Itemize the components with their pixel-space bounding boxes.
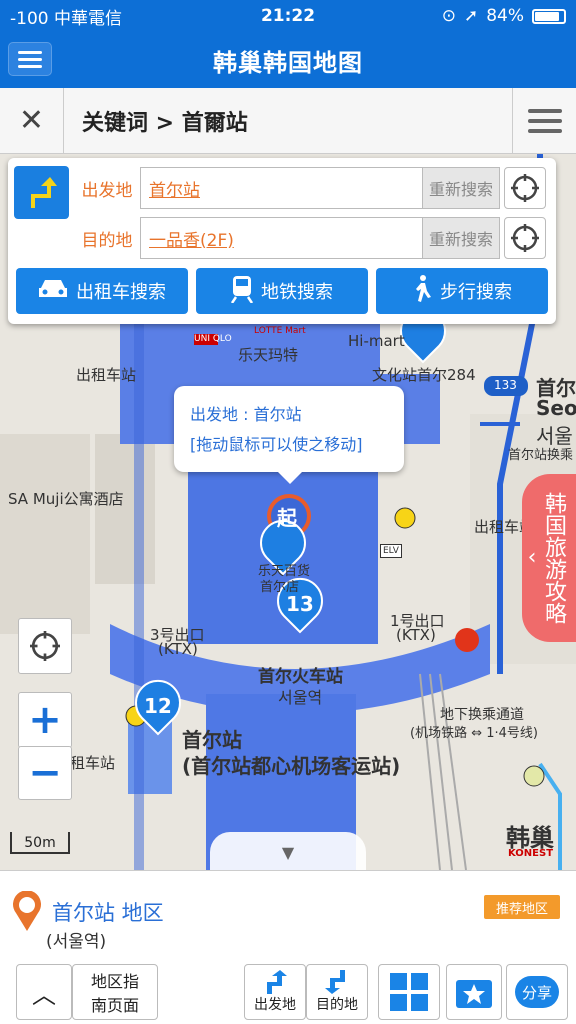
konest-logo-en: KONEST bbox=[508, 848, 554, 859]
start-marker[interactable]: 起 bbox=[277, 502, 297, 531]
set-start-label: 出发地 bbox=[254, 997, 296, 1013]
lotte-mart-logo: LOTTE Mart bbox=[254, 326, 306, 336]
travel-guide-tab[interactable]: ‹ 韩国旅游攻略 bbox=[522, 474, 576, 642]
search-bar: ✕ 关键词 > 首爾站 bbox=[0, 87, 576, 154]
tooltip-line-2: [拖动鼠标可以使之移动] bbox=[190, 435, 363, 454]
share-button[interactable]: 分享 bbox=[506, 964, 568, 1020]
status-bar: -100 中華電信 21:22 ⊙ ➚ 84% bbox=[0, 0, 576, 32]
to-research-button[interactable]: 重新搜索 bbox=[422, 217, 500, 259]
seoul-station-main-label: 首尔站 bbox=[182, 728, 242, 752]
list-view-button[interactable] bbox=[512, 87, 576, 154]
taxi-icon bbox=[38, 278, 68, 305]
dest-arrow-icon bbox=[325, 970, 345, 994]
from-row: 出发地 首尔站 重新搜索 bbox=[74, 166, 546, 210]
travel-guide-label: 韩国旅游攻略 bbox=[541, 492, 566, 624]
pin-13-marker[interactable]: 13 bbox=[286, 592, 314, 616]
crosshair-icon bbox=[30, 631, 60, 661]
from-research-button[interactable]: 重新搜索 bbox=[422, 167, 500, 209]
locate-me-button[interactable] bbox=[18, 618, 72, 674]
to-locate-icon[interactable] bbox=[504, 217, 546, 259]
set-dest-label: 目的地 bbox=[316, 997, 358, 1013]
start-tooltip: 出发地 : 首尔站 [拖动鼠标可以使之移动] bbox=[174, 386, 404, 484]
menu-button[interactable] bbox=[8, 42, 52, 76]
zoom-out-button[interactable]: − bbox=[18, 746, 72, 800]
from-input[interactable]: 首尔站 bbox=[140, 167, 422, 209]
search-breadcrumb: 关键词 > 首爾站 bbox=[82, 110, 248, 136]
transfer-passage-label: 地下换乘通道 bbox=[440, 707, 524, 723]
scale-bar: 50m bbox=[10, 832, 70, 854]
start-arrow-icon bbox=[267, 970, 287, 994]
himart-label: Hi-mart bbox=[348, 332, 405, 350]
recommended-area-badge[interactable]: 推荐地区 bbox=[484, 895, 560, 919]
close-icon[interactable]: ✕ bbox=[0, 87, 64, 154]
region-guide-label: 地区指南页面 bbox=[90, 972, 139, 1015]
zoom-in-button[interactable]: + bbox=[18, 692, 72, 748]
set-dest-button[interactable]: 目的地 bbox=[306, 964, 368, 1020]
title-bar: 韩巢韩国地图 bbox=[0, 32, 576, 88]
to-input[interactable]: 一品香(2F) bbox=[140, 217, 422, 259]
uniqlo-logo: UNI QLO bbox=[194, 334, 232, 345]
route-mode-buttons: 出租车搜索 地铁搜索 步行搜索 bbox=[16, 268, 548, 314]
app-title: 韩巢韩国地图 bbox=[213, 48, 363, 77]
pull-up-handle[interactable]: ▼ bbox=[210, 832, 366, 872]
share-label: 分享 bbox=[515, 976, 559, 1008]
seoul-station-sub-label: (首尔站都心机场客运站) bbox=[182, 754, 401, 778]
bottom-toolbar: ︿ 地区指南页面 出发地 目的地 分享 bbox=[0, 960, 576, 1024]
place-subname: (서울역) bbox=[46, 932, 107, 952]
walk-search-button[interactable]: 步行搜索 bbox=[376, 268, 548, 314]
facilities-icon bbox=[390, 973, 428, 1011]
transfer-passage-sub-label: (机场铁路 ⇔ 1·4号线) bbox=[410, 726, 538, 741]
road-133-badge: 133 bbox=[494, 378, 517, 392]
chevron-left-icon: ‹ bbox=[527, 545, 537, 570]
elevator-icon: ELV bbox=[380, 544, 402, 558]
subway-search-button[interactable]: 地铁搜索 bbox=[196, 268, 368, 314]
taxi-search-label: 出租车搜索 bbox=[76, 282, 166, 303]
battery-fill bbox=[535, 11, 559, 21]
transfer-sign-label: 首尔站换乘 bbox=[508, 448, 574, 463]
walk-search-label: 步行搜索 bbox=[440, 282, 512, 303]
walk-icon bbox=[412, 274, 432, 308]
expand-panel-button[interactable]: ︿ bbox=[16, 964, 72, 1020]
route-panel: 出发地 首尔站 重新搜索 目的地 一品香(2F) 重新搜索 出租车搜索 地铁搜索 bbox=[8, 158, 556, 324]
facilities-button[interactable] bbox=[378, 964, 440, 1020]
region-guide-button[interactable]: 地区指南页面 bbox=[72, 964, 158, 1020]
clock: 21:22 bbox=[260, 6, 316, 26]
seoul-en-label: Seo bbox=[536, 396, 576, 420]
chevron-up-icon: ︿ bbox=[32, 980, 56, 1009]
pin-12-marker[interactable]: 12 bbox=[144, 694, 172, 718]
star-icon bbox=[456, 980, 492, 1008]
route-swap-icon[interactable] bbox=[14, 166, 69, 219]
place-pin-icon bbox=[13, 891, 41, 931]
battery-icon bbox=[532, 8, 566, 24]
to-row: 目的地 一品香(2F) 重新搜索 bbox=[74, 216, 546, 260]
set-start-button[interactable]: 出发地 bbox=[244, 964, 306, 1020]
place-info-panel: 首尔站 地区 (서울역) 推荐地区 bbox=[0, 870, 576, 960]
from-label: 出发地 bbox=[81, 180, 133, 201]
taxi-stand-label-3: 租车站 bbox=[70, 754, 116, 772]
tooltip-line-1: 出发地 : 首尔站 bbox=[190, 405, 302, 424]
subway-search-label: 地铁搜索 bbox=[261, 282, 333, 303]
to-label: 目的地 bbox=[81, 230, 133, 251]
wenhua-station-label: 文化站首尔284 bbox=[372, 366, 476, 384]
from-locate-icon[interactable] bbox=[504, 167, 546, 209]
exit-1-sub-label: (KTX) bbox=[396, 626, 436, 644]
subway-icon bbox=[230, 275, 254, 308]
chevron-down-icon: ▼ bbox=[281, 842, 295, 862]
seoul-station-kr-label: 서울역 bbox=[278, 688, 323, 707]
taxi-stand-label-1: 出租车站 bbox=[76, 366, 137, 384]
exit-3-sub-label: (KTX) bbox=[158, 640, 198, 658]
app: -100 中華電信 21:22 ⊙ ➚ 84% 韩巢韩国地图 UNI QLO L… bbox=[0, 0, 576, 1024]
place-name: 首尔站 地区 bbox=[52, 901, 164, 925]
lotte-mart-label: 乐天玛特 bbox=[238, 346, 299, 364]
taxi-search-button[interactable]: 出租车搜索 bbox=[16, 268, 188, 314]
muji-hotel-label: SA Muji公寓酒店 bbox=[8, 490, 124, 508]
favorites-button[interactable] bbox=[446, 964, 502, 1020]
